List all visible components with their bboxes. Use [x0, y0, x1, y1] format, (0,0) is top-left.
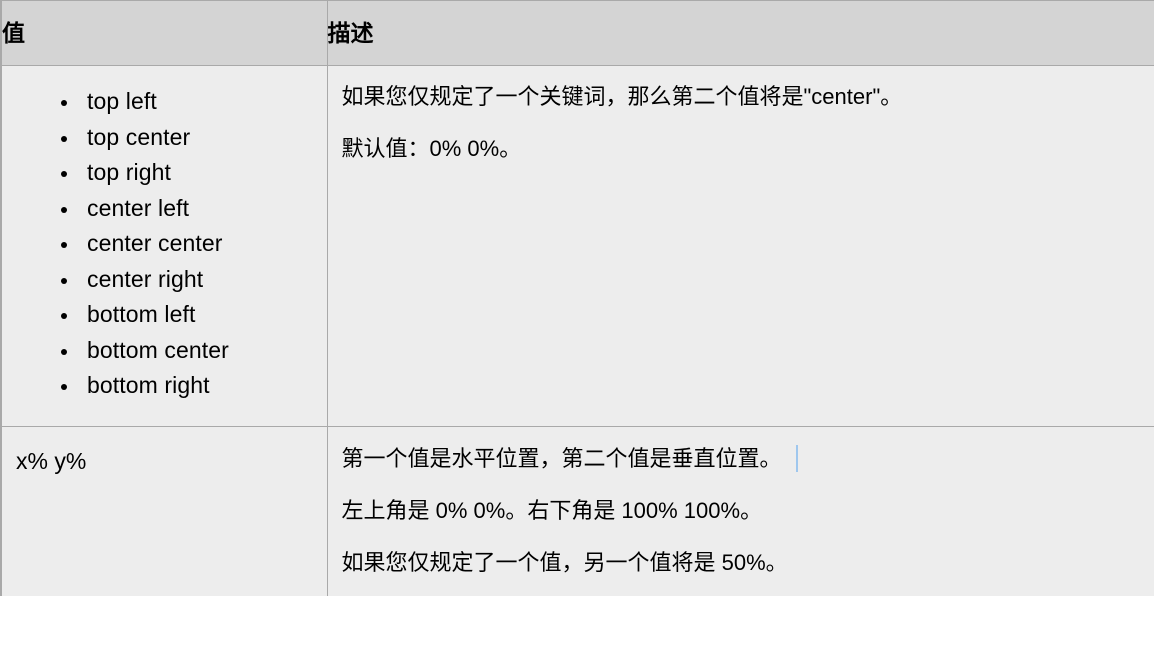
column-header-description: 描述	[326, 0, 1154, 66]
keyword-value-list: top left top center top right center lef…	[2, 66, 327, 426]
description-paragraph: 左上角是 0% 0%。右下角是 100% 100%。	[341, 497, 763, 523]
description-content: 如果您仅规定了一个关键词，那么第二个值将是"center"。 默认值：0% 0%…	[328, 66, 1154, 414]
description-content: 第一个值是水平位置，第二个值是垂直位置。 左上角是 0% 0%。右下角是 100…	[328, 427, 1154, 596]
text-cursor-caret	[795, 444, 798, 472]
table-header: 值 描述	[0, 0, 1154, 66]
description-paragraph: 如果您仅规定了一个值，另一个值将是 50%。	[341, 549, 788, 575]
value-text: x% y%	[16, 447, 87, 474]
description-paragraph: 如果您仅规定了一个关键词，那么第二个值将是"center"。	[341, 84, 903, 109]
list-item: top center	[2, 120, 327, 156]
list-item: top right	[2, 155, 327, 191]
value-cell-keywords: top left top center top right center lef…	[0, 65, 328, 427]
description-cell-percent: 第一个值是水平位置，第二个值是垂直位置。 左上角是 0% 0%。右下角是 100…	[326, 425, 1154, 596]
property-values-table: 值 描述 top left top center top right cente…	[0, 0, 1154, 596]
description-cell-keywords: 如果您仅规定了一个关键词，那么第二个值将是"center"。 默认值：0% 0%…	[326, 65, 1154, 427]
list-item: center left	[2, 191, 327, 227]
description-paragraph-text: 第一个值是水平位置，第二个值是垂直位置。	[341, 445, 782, 471]
list-item: center right	[2, 262, 327, 298]
table-body: top left top center top right center lef…	[0, 65, 1154, 596]
value-cell-percent: x% y%	[0, 425, 328, 596]
list-item: bottom left	[2, 297, 327, 333]
table-row: top left top center top right center lef…	[0, 65, 1154, 427]
description-paragraph: 第一个值是水平位置，第二个值是垂直位置。	[341, 444, 1140, 472]
column-header-value: 值	[0, 0, 328, 66]
description-paragraph: 默认值：0% 0%。	[341, 136, 522, 161]
table-row: x% y% 第一个值是水平位置，第二个值是垂直位置。 左上角是 0% 0%。右下…	[0, 425, 1154, 596]
table-header-row: 值 描述	[0, 0, 1154, 66]
list-item: bottom center	[2, 333, 327, 369]
list-item: top left	[2, 84, 327, 120]
list-item: bottom right	[2, 368, 327, 404]
list-item: center center	[2, 226, 327, 262]
